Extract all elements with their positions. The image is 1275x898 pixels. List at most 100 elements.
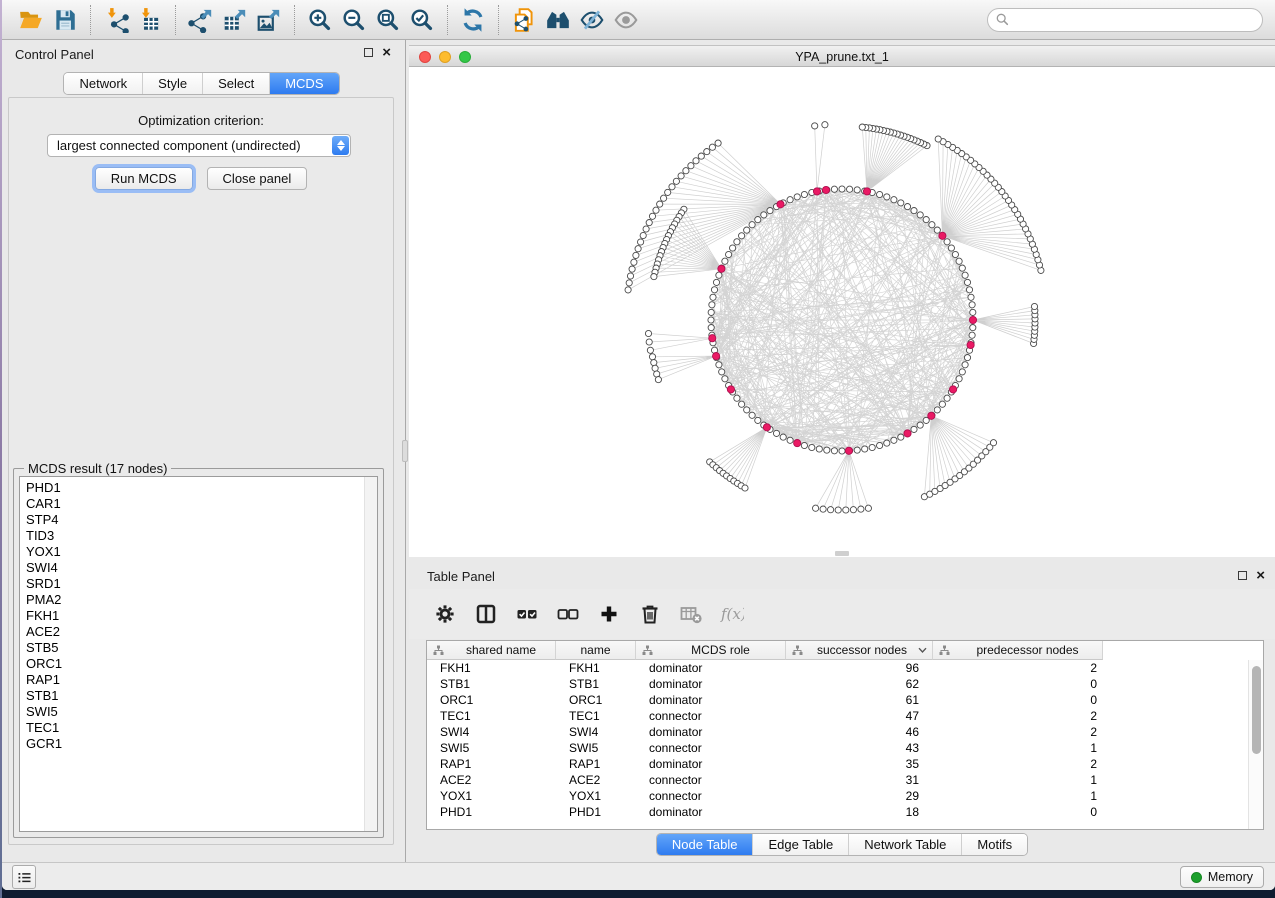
network-node[interactable] (934, 227, 940, 233)
tab-edge-table[interactable]: Edge Table (752, 834, 848, 855)
mcds-node[interactable] (967, 341, 974, 348)
network-node[interactable] (704, 149, 710, 155)
float-table-panel-icon[interactable] (1238, 571, 1247, 580)
mcds-node[interactable] (777, 201, 784, 208)
network-node[interactable] (959, 265, 965, 271)
network-node[interactable] (726, 251, 732, 257)
mcds-result-item[interactable]: TEC1 (26, 720, 377, 736)
network-node[interactable] (710, 294, 716, 300)
mcds-result-item[interactable]: FKH1 (26, 608, 377, 624)
splitter-grip[interactable] (402, 440, 408, 462)
mcds-result-item[interactable]: SWI4 (26, 560, 377, 576)
network-node[interactable] (990, 440, 996, 446)
mcds-node[interactable] (845, 447, 852, 454)
network-node[interactable] (678, 173, 684, 179)
mcds-node[interactable] (904, 430, 911, 437)
network-node[interactable] (711, 287, 717, 293)
network-node[interactable] (673, 178, 679, 184)
network-node[interactable] (683, 168, 689, 174)
hide-selected-button[interactable] (575, 4, 609, 36)
table-row[interactable]: RAP1RAP1dominator352 (427, 756, 1248, 772)
network-node[interactable] (944, 395, 950, 401)
network-node[interactable] (646, 339, 652, 345)
network-node[interactable] (742, 485, 748, 491)
table-options-button[interactable] (431, 600, 459, 628)
deselect-all-rows-button[interactable] (554, 600, 582, 628)
network-node[interactable] (651, 274, 657, 280)
mcds-node[interactable] (950, 386, 957, 393)
network-node[interactable] (716, 362, 722, 368)
network-node[interactable] (850, 507, 856, 513)
network-node[interactable] (734, 395, 740, 401)
network-node[interactable] (625, 287, 631, 293)
network-node[interactable] (854, 447, 860, 453)
network-node[interactable] (962, 272, 968, 278)
export-network-button[interactable] (184, 4, 218, 36)
mcds-result-item[interactable]: RAP1 (26, 672, 377, 688)
network-node[interactable] (898, 434, 904, 440)
create-column-button[interactable] (595, 600, 623, 628)
zoom-out-button[interactable] (337, 4, 371, 36)
open-file-button[interactable] (14, 4, 48, 36)
export-table-button[interactable] (218, 4, 252, 36)
memory-button[interactable]: Memory (1180, 866, 1264, 888)
network-node[interactable] (713, 279, 719, 285)
vertical-splitter[interactable] (401, 40, 409, 862)
zoom-fit-content-button[interactable] (371, 4, 405, 36)
network-node[interactable] (645, 330, 651, 336)
float-panel-icon[interactable] (364, 48, 373, 57)
network-node[interactable] (869, 444, 875, 450)
toggle-columns-button[interactable] (472, 600, 500, 628)
network-node[interactable] (698, 153, 704, 159)
tab-select[interactable]: Select (202, 73, 269, 94)
table-row[interactable]: ORC1ORC1dominator610 (427, 692, 1248, 708)
network-node[interactable] (969, 332, 975, 338)
tab-motifs[interactable]: Motifs (961, 834, 1027, 855)
tab-network[interactable]: Network (64, 73, 142, 94)
network-node[interactable] (911, 426, 917, 432)
export-image-button[interactable] (252, 4, 286, 36)
network-node[interactable] (898, 200, 904, 206)
network-node[interactable] (635, 246, 641, 252)
network-node[interactable] (653, 207, 659, 213)
network-node[interactable] (655, 377, 661, 383)
network-node[interactable] (638, 239, 644, 245)
network-node[interactable] (839, 186, 845, 192)
network-node[interactable] (739, 233, 745, 239)
network-node[interactable] (651, 360, 657, 366)
network-node[interactable] (877, 191, 883, 197)
mcds-node[interactable] (709, 335, 716, 342)
network-node[interactable] (801, 442, 807, 448)
mcds-node[interactable] (794, 440, 801, 447)
table-scrollbar-thumb[interactable] (1252, 666, 1261, 754)
network-canvas[interactable] (409, 67, 1275, 557)
network-node[interactable] (969, 302, 975, 308)
mcds-result-item[interactable]: PHD1 (26, 480, 377, 496)
mcds-node[interactable] (822, 186, 829, 193)
save-session-button[interactable] (48, 4, 82, 36)
network-node[interactable] (934, 407, 940, 413)
network-node[interactable] (722, 376, 728, 382)
mcds-node[interactable] (969, 316, 976, 323)
network-node[interactable] (820, 506, 826, 512)
network-node[interactable] (708, 325, 714, 331)
import-network-button[interactable] (99, 4, 133, 36)
network-node[interactable] (952, 251, 958, 257)
tab-network-table[interactable]: Network Table (848, 834, 961, 855)
network-node[interactable] (865, 505, 871, 511)
network-node[interactable] (761, 212, 767, 218)
network-node[interactable] (843, 507, 849, 513)
network-node[interactable] (688, 163, 694, 169)
network-node[interactable] (891, 437, 897, 443)
network-node[interactable] (824, 447, 830, 453)
column-header-predecessor-nodes[interactable]: predecessor nodes (933, 641, 1103, 660)
network-node[interactable] (968, 294, 974, 300)
close-panel-button[interactable]: Close panel (207, 167, 308, 190)
mcds-node[interactable] (713, 353, 720, 360)
search-box[interactable] (987, 8, 1263, 32)
network-node[interactable] (862, 446, 868, 452)
network-node[interactable] (773, 430, 779, 436)
network-node[interactable] (787, 437, 793, 443)
table-row[interactable]: SWI5SWI5connector431 (427, 740, 1248, 756)
new-network-from-selection-button[interactable] (507, 4, 541, 36)
